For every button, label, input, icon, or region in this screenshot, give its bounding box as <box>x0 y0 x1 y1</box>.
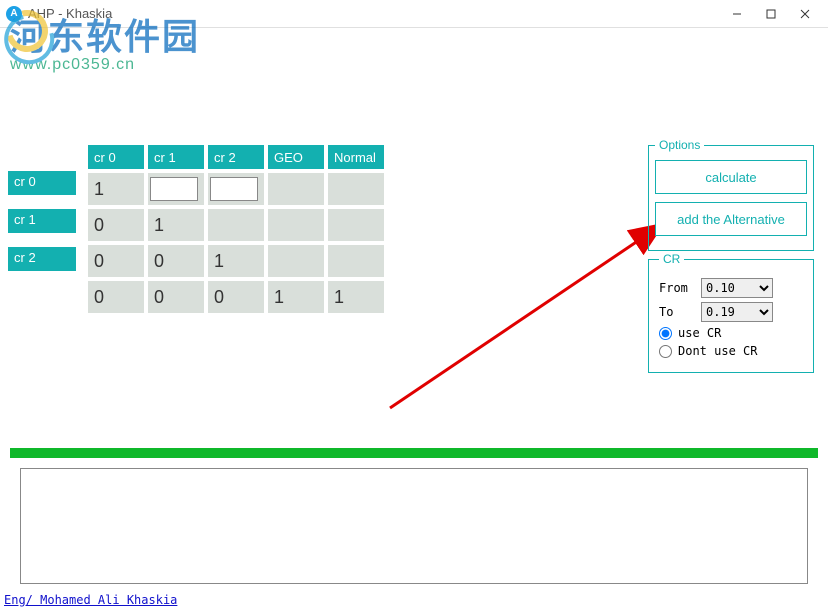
matrix-cell: 0 <box>88 245 144 277</box>
row-label: cr 0 <box>8 171 76 195</box>
matrix-cell <box>328 245 384 277</box>
use-cr-radio[interactable] <box>659 327 672 340</box>
matrix-cell <box>148 173 204 205</box>
minimize-button[interactable] <box>720 2 754 26</box>
separator-bar <box>10 448 818 458</box>
matrix-cell: 1 <box>88 173 144 205</box>
use-cr-label: use CR <box>678 326 721 340</box>
matrix-cell <box>328 209 384 241</box>
row-label: cr 2 <box>8 247 76 271</box>
comparison-matrix: cr 0 cr 1 cr 2 GEO Normal 10100100011 <box>84 141 388 317</box>
matrix-cell: 1 <box>208 245 264 277</box>
options-legend: Options <box>655 138 704 152</box>
maximize-icon <box>766 9 776 19</box>
calculate-button[interactable]: calculate <box>655 160 807 194</box>
matrix-cell: 1 <box>328 281 384 313</box>
window-title: AHP - Khaskia <box>28 6 720 21</box>
cr-from-label: From <box>659 281 693 295</box>
matrix-cell: 0 <box>208 281 264 313</box>
matrix-cell <box>268 173 324 205</box>
matrix-cell: 1 <box>148 209 204 241</box>
matrix-cell: 0 <box>88 209 144 241</box>
minimize-icon <box>732 9 742 19</box>
dont-use-cr-label: Dont use CR <box>678 344 757 358</box>
matrix-row: 00011 <box>88 281 384 313</box>
col-header: Normal <box>328 145 384 169</box>
cr-panel: CR From 0.10 To 0.19 use CR Dont use CR <box>648 252 814 373</box>
matrix-input[interactable] <box>150 177 198 201</box>
matrix-cell: 1 <box>268 281 324 313</box>
matrix-row: 1 <box>88 173 384 205</box>
add-alternative-button[interactable]: add the Alternative <box>655 202 807 236</box>
cr-from-select[interactable]: 0.10 <box>701 278 773 298</box>
matrix-row: 001 <box>88 245 384 277</box>
close-icon <box>800 9 810 19</box>
col-header: cr 1 <box>148 145 204 169</box>
matrix-cell: 0 <box>148 245 204 277</box>
maximize-button[interactable] <box>754 2 788 26</box>
matrix-input[interactable] <box>210 177 258 201</box>
cr-legend: CR <box>659 252 684 266</box>
annotation-arrow-icon <box>380 208 680 418</box>
dont-use-cr-radio[interactable] <box>659 345 672 358</box>
matrix-cell <box>268 209 324 241</box>
author-credit-link[interactable]: Eng/ Mohamed Ali Khaskia <box>4 593 177 607</box>
matrix-row: 01 <box>88 209 384 241</box>
col-header: cr 0 <box>88 145 144 169</box>
matrix-cell <box>268 245 324 277</box>
matrix-cell: 0 <box>148 281 204 313</box>
row-label: cr 1 <box>8 209 76 233</box>
options-panel: Options calculate add the Alternative <box>648 138 814 251</box>
row-label-column: cr 0 cr 1 cr 2 <box>8 171 76 271</box>
close-button[interactable] <box>788 2 822 26</box>
col-header: cr 2 <box>208 145 264 169</box>
cr-to-label: To <box>659 305 693 319</box>
app-icon: A <box>6 6 22 22</box>
matrix-cell <box>208 173 264 205</box>
output-textarea[interactable] <box>20 468 808 584</box>
matrix-cell <box>328 173 384 205</box>
cr-to-select[interactable]: 0.19 <box>701 302 773 322</box>
window-titlebar: A AHP - Khaskia <box>0 0 828 28</box>
col-header: GEO <box>268 145 324 169</box>
matrix-cell <box>208 209 264 241</box>
matrix-cell: 0 <box>88 281 144 313</box>
